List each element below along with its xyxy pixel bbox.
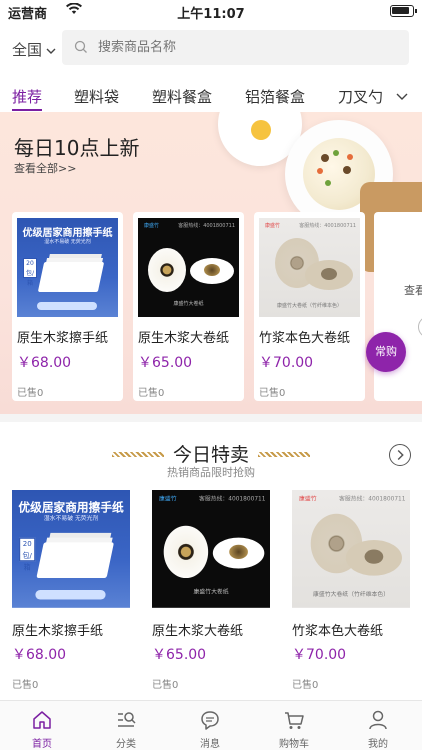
tab-label: 首页 — [32, 739, 52, 750]
image-hotline-text: 客服热线：4001800711 — [178, 223, 235, 229]
image-count-badge: 20包/箱 — [23, 258, 37, 287]
arrow-right-icon[interactable] — [389, 444, 411, 466]
product-image: 康盛竹 客服热线：4001800711 康盛竹大卷纸（竹纤维本色） — [259, 218, 360, 317]
search-bar[interactable] — [62, 30, 409, 65]
active-tab-indicator — [12, 109, 42, 111]
search-input[interactable] — [98, 30, 398, 65]
product-sold-count: 已售0 — [138, 388, 165, 399]
tab-home[interactable]: 首页 — [0, 701, 84, 750]
region-label: 全国 — [12, 41, 43, 59]
product-card[interactable]: 康盛竹 客服热线：4001800711 康盛竹大卷纸（竹纤维本色） 竹浆本色大卷… — [292, 490, 412, 695]
battery-icon — [390, 5, 417, 17]
product-name: 竹浆本色大卷纸 — [292, 624, 384, 639]
cart-icon — [285, 712, 304, 729]
image-hotline-text: 客服热线：4001800711 — [199, 495, 266, 504]
tab-label: 消息 — [200, 739, 220, 750]
product-name: 原生木浆擦手纸 — [12, 624, 104, 639]
frequent-purchase-button[interactable]: 常购 — [366, 332, 406, 372]
view-more-label: 查看 — [404, 284, 422, 297]
tab-category[interactable]: 分类 — [84, 701, 168, 750]
bottom-tab-bar: 首页 分类 消息 购物车 我的 — [0, 700, 422, 750]
view-all-link[interactable]: 查看全部>> — [14, 160, 76, 176]
image-header-text: 优级居家商用擦手纸 — [18, 501, 124, 515]
chevron-down-icon — [46, 48, 56, 54]
product-name: 原生木浆大卷纸 — [138, 331, 230, 346]
product-card[interactable]: 康盛竹 客服热线：4001800711 康盛竹大卷纸 原生木浆大卷纸 ￥65.0… — [152, 490, 272, 695]
today-special-title: 今日特卖 — [172, 444, 249, 466]
tab-foil-boxes[interactable]: 铝箔餐盒 — [245, 86, 305, 107]
product-price: ￥65.00 — [152, 647, 207, 663]
product-price: ￥70.00 — [292, 647, 347, 663]
view-more-card[interactable]: 查看 — [374, 212, 422, 401]
image-caption-text: 康盛竹大卷纸 — [173, 301, 204, 307]
region-selector[interactable]: 全国 — [12, 39, 56, 60]
product-sold-count: 已售0 — [12, 680, 39, 691]
section-divider — [0, 414, 422, 422]
image-count-badge: 20包/箱 — [19, 537, 36, 572]
tab-recommend[interactable]: 推荐 — [12, 86, 42, 107]
product-price: ￥68.00 — [17, 355, 72, 371]
product-sold-count: 已售0 — [17, 388, 44, 399]
tab-messages[interactable]: 消息 — [168, 701, 252, 750]
product-sold-count: 已售0 — [292, 680, 319, 691]
category-tabs: 推荐 塑料袋 塑料餐盒 铝箔餐盒 刀叉勺 — [0, 78, 422, 112]
tab-plastic-boxes[interactable]: 塑料餐盒 — [152, 86, 212, 107]
tab-profile[interactable]: 我的 — [336, 701, 420, 750]
product-image: 康盛竹 客服热线：4001800711 康盛竹大卷纸 — [152, 490, 270, 608]
product-image: 康盛竹 客服热线：4001800711 康盛竹大卷纸（竹纤维本色） — [292, 490, 410, 608]
clock: 上午11:07 — [177, 7, 245, 22]
product-image: 康盛竹 客服热线：4001800711 康盛竹大卷纸 — [138, 218, 239, 317]
product-image: 优级居家商用擦手纸 湿水不易破 无荧光剂 20包/箱 — [12, 490, 130, 608]
home-icon — [33, 711, 51, 729]
arrow-right-icon — [418, 316, 422, 338]
product-image: 优级居家商用擦手纸 湿水不易破 无荧光剂 20包/箱 — [17, 218, 118, 317]
status-bar: 运营商 上午11:07 — [0, 0, 422, 22]
product-price: ￥68.00 — [12, 647, 67, 663]
today-special-subtitle: 热销商品限时抢购 — [167, 466, 255, 479]
search-icon — [74, 40, 87, 53]
product-card[interactable]: 康盛竹 客服热线：4001800711 康盛竹大卷纸 原生木浆大卷纸 ￥65.0… — [133, 212, 244, 401]
tab-label: 购物车 — [279, 739, 309, 750]
product-price: ￥65.00 — [138, 355, 193, 371]
image-caption-text: 康盛竹大卷纸（竹纤维本色） — [313, 591, 390, 599]
product-price: ￥70.00 — [259, 355, 314, 371]
product-card[interactable]: 优级居家商用擦手纸 湿水不易破 无荧光剂 20包/箱 原生木浆擦手纸 ￥68.0… — [12, 212, 123, 401]
image-subheader-text: 湿水不易破 无荧光剂 — [43, 514, 99, 523]
image-subheader-text: 湿水不易破 无荧光剂 — [44, 239, 91, 245]
chevron-down-icon[interactable] — [396, 90, 408, 102]
tab-label: 分类 — [116, 739, 136, 750]
tab-label: 我的 — [368, 739, 388, 750]
image-caption-text: 康盛竹大卷纸 — [193, 588, 229, 596]
category-icon — [118, 712, 136, 727]
product-name: 原生木浆擦手纸 — [17, 331, 109, 346]
message-icon — [201, 711, 219, 730]
image-header-text: 优级居家商用擦手纸 — [22, 228, 113, 239]
search-row: 全国 — [0, 30, 422, 66]
product-name: 竹浆本色大卷纸 — [259, 331, 351, 346]
new-arrivals-section: 每日10点上新 查看全部>> 优级居家商用擦手纸 湿水不易破 无荧光剂 20包/… — [0, 112, 422, 414]
profile-icon — [369, 710, 387, 730]
image-hotline-text: 客服热线：4001800711 — [339, 495, 406, 504]
product-name: 原生木浆大卷纸 — [152, 624, 244, 639]
new-arrivals-title: 每日10点上新 — [14, 136, 140, 160]
tab-cart[interactable]: 购物车 — [252, 701, 336, 750]
tab-cutlery[interactable]: 刀叉勺 — [338, 86, 383, 107]
title-decoration — [258, 452, 310, 457]
tab-plastic-bags[interactable]: 塑料袋 — [74, 86, 119, 107]
product-card[interactable]: 优级居家商用擦手纸 湿水不易破 无荧光剂 20包/箱 原生木浆擦手纸 ￥68.0… — [12, 490, 132, 695]
image-hotline-text: 客服热线：4001800711 — [299, 223, 356, 229]
image-caption-text: 康盛竹大卷纸（竹纤维本色） — [276, 303, 342, 309]
product-sold-count: 已售0 — [152, 680, 179, 691]
product-sold-count: 已售0 — [259, 388, 286, 399]
product-card[interactable]: 康盛竹 客服热线：4001800711 康盛竹大卷纸（竹纤维本色） 竹浆本色大卷… — [254, 212, 365, 401]
